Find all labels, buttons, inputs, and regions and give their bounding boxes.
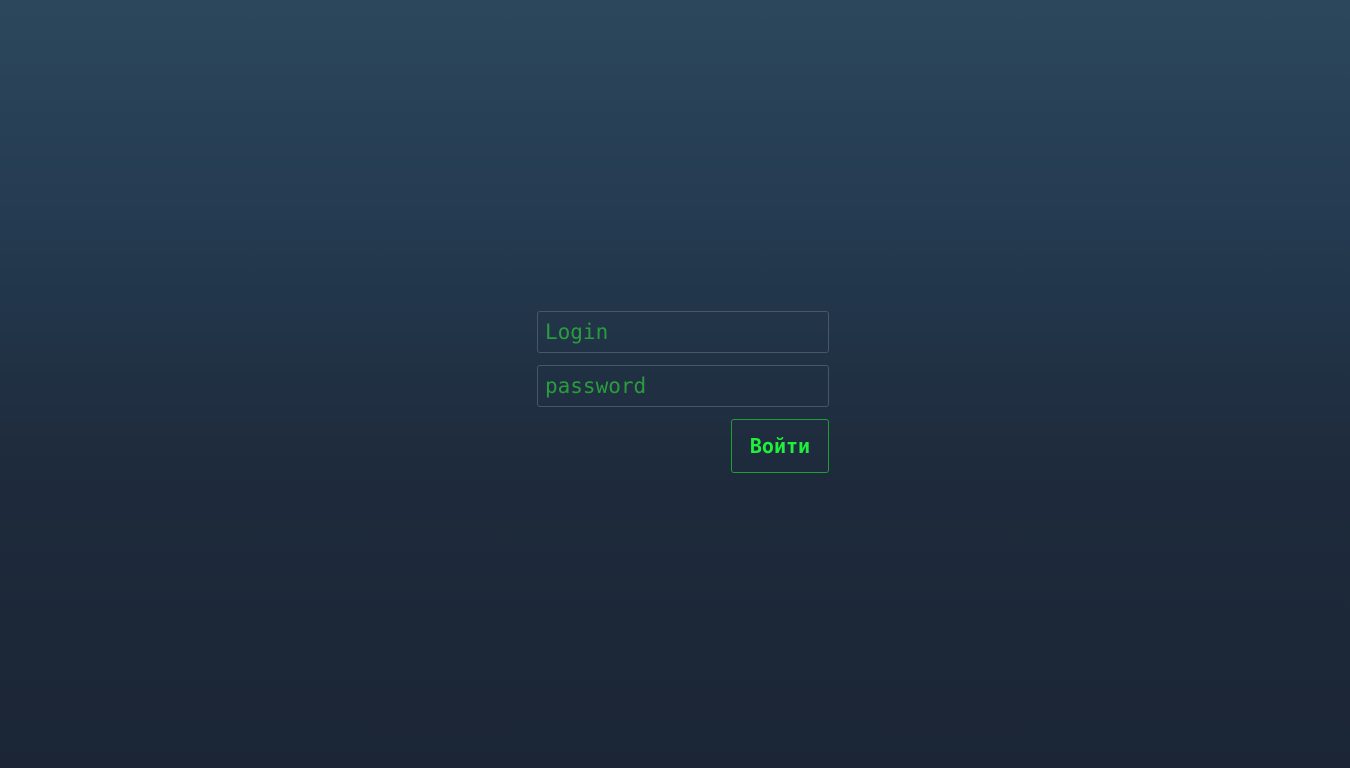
login-form: Войти: [537, 311, 829, 473]
form-actions: Войти: [537, 419, 829, 473]
login-input[interactable]: [537, 311, 829, 353]
password-input[interactable]: [537, 365, 829, 407]
login-button[interactable]: Войти: [731, 419, 829, 473]
